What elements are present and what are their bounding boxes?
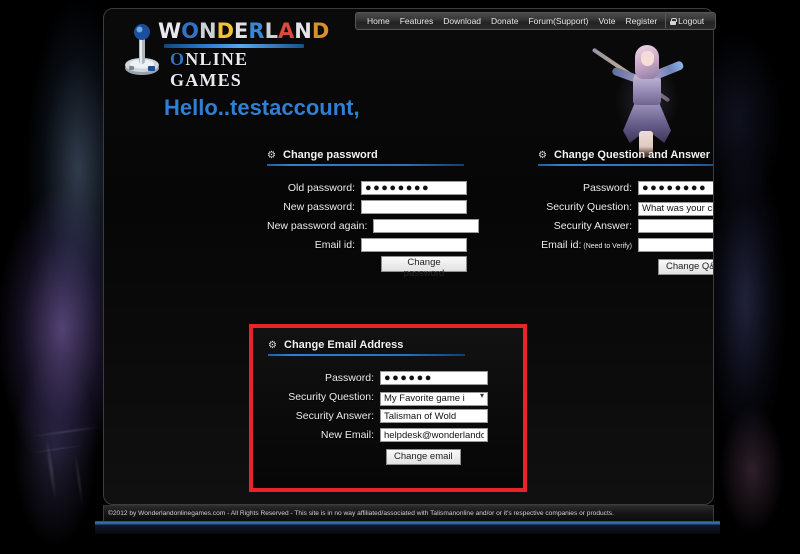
- game-character-artwork: [591, 43, 703, 163]
- nav-logout-label[interactable]: Logout: [678, 13, 709, 29]
- joystick-icon: [125, 24, 159, 75]
- change-email-address-section: ⚙ Change Email Address Password: Securit…: [268, 339, 498, 465]
- logo-letter: A: [277, 19, 295, 43]
- logo-letter: D: [216, 19, 235, 43]
- new-password-label: New password:: [283, 201, 355, 213]
- change-qa-header: ⚙ Change Question and Answer: [538, 149, 713, 164]
- qa-email-id-label-note: (Need to Verify): [581, 243, 632, 250]
- gear-icon: ⚙: [267, 149, 276, 161]
- qa-password-label: Password:: [582, 182, 632, 194]
- section-rule: [538, 164, 713, 166]
- nav-logout[interactable]: Logout: [665, 14, 709, 28]
- change-qa-button[interactable]: Change Q&A: [658, 258, 713, 275]
- email-security-question-select[interactable]: [380, 391, 488, 406]
- form-row: Password:: [268, 370, 498, 386]
- email-security-answer-field[interactable]: [380, 409, 488, 423]
- email-security-question-wrap[interactable]: ▾: [380, 388, 488, 406]
- change-email-title: Change Email Address: [284, 339, 404, 351]
- form-row: Security Question: ▾: [268, 388, 498, 406]
- email-security-question-label: Security Question:: [288, 391, 374, 403]
- form-row: Change Q&A: [538, 256, 713, 275]
- new-email-field[interactable]: [380, 428, 488, 442]
- form-row: Email id: (Need to Verify): [538, 237, 713, 253]
- qa-security-question-wrap[interactable]: ▾: [638, 198, 713, 216]
- form-row: New Email:: [268, 427, 498, 443]
- nav-home[interactable]: Home: [362, 13, 395, 29]
- change-question-answer-section: ⚙ Change Question and Answer Password: S…: [538, 149, 713, 275]
- site-panel: WONDERLAND ONLINE GAMES Hello..testaccou…: [103, 8, 714, 505]
- logo-letter: W: [158, 19, 182, 43]
- form-row: Security Answer:: [538, 218, 713, 234]
- nav-download[interactable]: Download: [438, 13, 486, 29]
- qa-security-answer-field[interactable]: [638, 219, 713, 233]
- nav-features[interactable]: Features: [395, 13, 439, 29]
- form-row: Email id:: [267, 237, 467, 253]
- change-password-section: ⚙ Change password Old password: New pass…: [267, 149, 480, 281]
- qa-password-field[interactable]: [638, 181, 713, 195]
- bottom-strip: [95, 525, 720, 534]
- change-password-title: Change password: [283, 149, 378, 161]
- form-row: Change password: [267, 256, 467, 281]
- nav-vote[interactable]: Vote: [593, 13, 620, 29]
- greeting-text: Hello..testaccount: [164, 95, 354, 120]
- form-row: Security Answer:: [268, 408, 498, 424]
- qa-security-question-select[interactable]: [638, 201, 713, 216]
- logo-subtitle-initial: O: [170, 49, 186, 69]
- form-row: New password again:: [267, 218, 480, 234]
- logo-subtitle: ONLINE GAMES: [170, 49, 310, 91]
- email-id-field[interactable]: [361, 238, 467, 252]
- qa-email-id-label: Email id: (Need to Verify): [538, 239, 638, 251]
- footer-bar: ©2012 by Wonderlandonlinegames.com - All…: [103, 505, 714, 521]
- email-password-field[interactable]: [380, 371, 488, 385]
- qa-email-id-field[interactable]: [638, 238, 713, 252]
- new-password-again-field[interactable]: [373, 219, 480, 233]
- page-title: Hello..testaccount,: [164, 95, 360, 121]
- top-navigation: Home Features Download Donate Forum(Supp…: [355, 12, 717, 30]
- logo-letter: L: [264, 19, 278, 43]
- logo-letter: O: [181, 19, 200, 43]
- logo-divider-bar: [164, 44, 304, 48]
- footer-copyright-text: ©2012 by Wonderlandonlinegames.com - All…: [108, 510, 614, 517]
- qa-security-question-label: Security Question:: [546, 201, 632, 213]
- form-row: Old password:: [267, 180, 467, 196]
- email-password-label: Password:: [324, 372, 374, 384]
- form-row: New password:: [267, 199, 467, 215]
- section-rule: [268, 354, 465, 356]
- change-qa-title: Change Question and Answer: [554, 149, 711, 161]
- qa-email-id-label-main: Email id:: [541, 239, 582, 251]
- greeting-comma: ,: [353, 95, 360, 120]
- section-rule: [267, 164, 464, 166]
- gear-icon: ⚙: [538, 149, 547, 161]
- lock-icon: [670, 17, 678, 25]
- nav-forum[interactable]: Forum(Support): [523, 13, 593, 29]
- nav-donate[interactable]: Donate: [486, 13, 523, 29]
- email-id-label: Email id:: [314, 239, 355, 251]
- logo-wordmark: WONDERLAND: [158, 18, 329, 44]
- gear-icon: ⚙: [268, 339, 277, 351]
- change-email-button[interactable]: Change email: [386, 448, 461, 465]
- form-row: Security Question: ▾: [538, 198, 713, 216]
- logo-letter: E: [234, 19, 249, 43]
- new-password-field[interactable]: [361, 200, 467, 214]
- change-email-header: ⚙ Change Email Address: [268, 339, 498, 354]
- old-password-field[interactable]: [361, 181, 467, 195]
- old-password-label: Old password:: [287, 182, 355, 194]
- qa-security-answer-label: Security Answer:: [553, 220, 632, 232]
- logo-letter: R: [248, 19, 265, 43]
- email-security-answer-label: Security Answer:: [295, 410, 374, 422]
- bottom-accent-bar: [95, 521, 720, 525]
- new-email-label: New Email:: [320, 429, 374, 441]
- nav-register[interactable]: Register: [621, 13, 663, 29]
- form-row: Change email: [268, 446, 498, 465]
- logo-letter: D: [311, 19, 330, 43]
- new-password-again-label: New password again:: [267, 220, 368, 232]
- site-logo[interactable]: WONDERLAND ONLINE GAMES: [120, 16, 329, 90]
- logo-letter: N: [199, 19, 217, 43]
- logo-letter: N: [294, 19, 312, 43]
- change-password-header: ⚙ Change password: [267, 149, 467, 164]
- change-password-button[interactable]: Change password: [381, 256, 467, 279]
- form-row: Password:: [538, 180, 713, 196]
